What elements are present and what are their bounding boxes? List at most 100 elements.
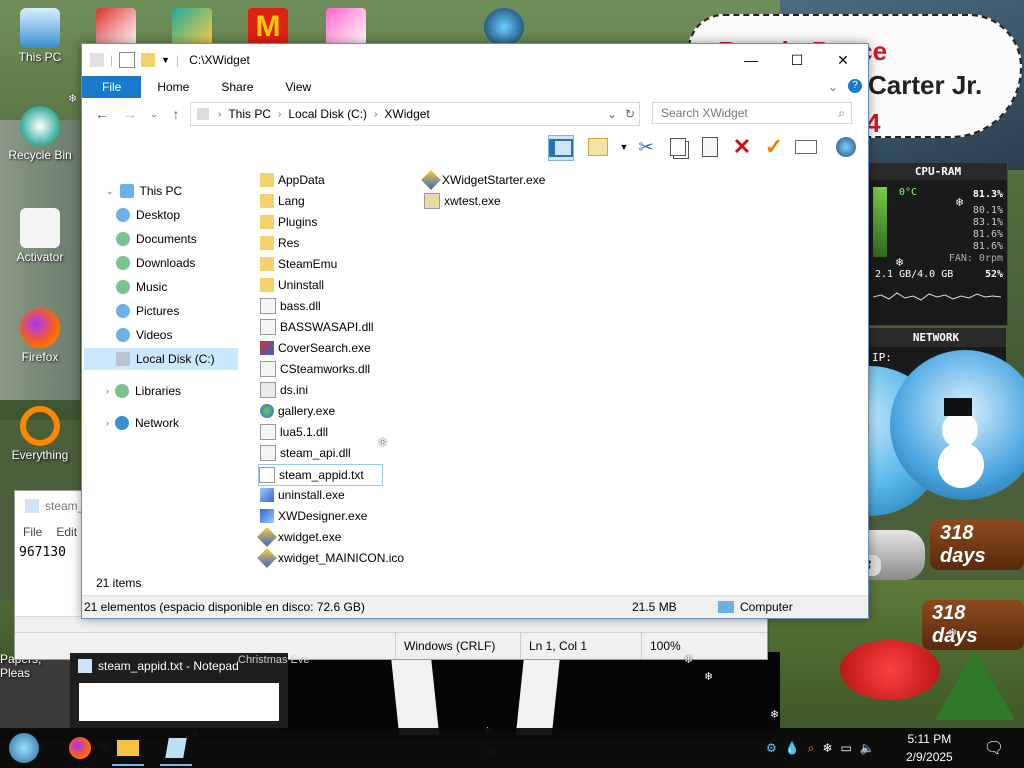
file-item[interactable]: Uninstall [260,275,324,295]
search-input[interactable]: Search XWidget [661,106,748,120]
expand-ribbon-icon[interactable]: ⌄ [828,80,838,94]
forward-arrow-icon[interactable]: → [118,102,142,126]
quick-access-dropdown-icon[interactable]: ▼ [161,55,170,65]
nav-pictures[interactable]: Pictures [116,300,179,322]
properties-icon[interactable] [119,52,136,68]
activator-desktop-icon[interactable]: Activator [2,208,78,264]
tray-app-icon[interactable]: ⚙ [766,741,777,755]
address-dropdown-icon[interactable]: ⌄ [607,107,617,121]
menu-file[interactable]: File [23,525,42,539]
new-folder-icon[interactable] [141,53,156,67]
nav-libraries[interactable]: › Libraries [106,380,181,402]
this-pc-desktop-icon[interactable]: This PC [2,8,78,64]
search-tray-icon[interactable]: ⌕ [808,741,815,756]
file-item[interactable]: bass.dll [260,296,321,316]
game-shortcut-icon[interactable] [172,8,212,46]
refresh-icon[interactable]: ↻ [625,107,635,121]
tab-share[interactable]: Share [205,76,269,98]
file-item[interactable]: CSteamworks.dll [260,359,370,379]
file-item[interactable]: BASSWASAPI.dll [260,317,374,337]
tab-file[interactable]: File [82,76,142,98]
breadcrumb-xwidget[interactable]: XWidget [380,107,433,121]
chevron-right-icon[interactable]: › [371,109,380,120]
nav-documents[interactable]: Documents [116,228,197,250]
file-item[interactable]: Plugins [260,212,317,232]
mcdonalds-icon[interactable]: M [248,8,288,46]
nav-desktop[interactable]: Desktop [116,204,180,226]
maximize-button[interactable]: ☐ [774,44,820,76]
chevron-right-icon[interactable]: › [106,418,109,428]
nav-this-pc[interactable]: ⌄ This PC [106,180,182,202]
file-item[interactable]: XWidgetStarter.exe [421,170,545,190]
chevron-down-icon[interactable]: ⌄ [106,186,114,197]
file-item[interactable]: lua5.1.dll [260,422,328,442]
recent-locations-icon[interactable]: ⌄ [142,102,166,126]
properties-toolbar-icon[interactable] [794,135,818,159]
breadcrumb-this-pc[interactable]: This PC [224,107,275,121]
menu-edit[interactable]: Edit [56,525,77,539]
copy-icon[interactable] [666,135,690,159]
folder-icon [260,278,274,292]
layout-dropdown-icon[interactable]: ▼ [612,135,636,159]
network-tray-icon[interactable]: ▭ [841,741,852,755]
firefox-desktop-icon[interactable]: Firefox [2,308,78,364]
file-item[interactable]: xwtest.exe [424,191,501,211]
game-shortcut-icon[interactable] [326,8,366,46]
file-item[interactable]: gallery.exe [260,401,335,421]
file-item-selected[interactable]: steam_appid.txt [258,464,383,486]
volume-icon[interactable]: 🔈 [860,741,875,755]
notifications-icon[interactable]: 🗨 [978,732,1010,764]
days-badge: 318 days [922,600,1024,650]
back-arrow-icon[interactable]: ← [90,102,114,126]
file-item[interactable]: xwidget_MAINICON.ico [257,548,404,568]
close-button[interactable]: ✕ [820,44,866,76]
folder-icon [260,173,274,187]
file-item[interactable]: SteamEmu [260,254,337,274]
file-item[interactable]: steam_api.dll [260,443,351,463]
title-bar[interactable]: | ▼ | C:\XWidget — ☐ ✕ [82,44,868,76]
file-explorer-taskbar-icon[interactable] [112,732,144,766]
app-shortcut-icon[interactable] [96,8,136,46]
snowflake-tray-icon[interactable]: ❄ [822,741,832,755]
firefox-taskbar-icon[interactable] [64,732,96,764]
file-item[interactable]: xwidget.exe [257,527,341,547]
tab-home[interactable]: Home [141,76,205,98]
chevron-right-icon[interactable]: › [106,386,109,396]
clock[interactable]: 5:11 PM 2/9/2025 [906,730,953,766]
file-item[interactable]: CoverSearch.exe [260,338,371,358]
file-item[interactable]: Lang [260,191,305,211]
tab-view[interactable]: View [269,76,327,98]
droplet-icon[interactable]: 💧 [785,741,800,755]
minimize-button[interactable]: — [728,44,774,76]
layout-icon[interactable] [586,135,610,159]
nav-network[interactable]: › Network [106,412,179,434]
paste-icon[interactable] [698,135,722,159]
start-button[interactable] [8,732,40,764]
globe-icon[interactable] [834,135,858,159]
nav-videos[interactable]: Videos [116,324,172,346]
address-bar[interactable]: › This PC › Local Disk (C:) › XWidget ⌄ … [190,102,640,126]
file-item[interactable]: AppData [260,170,325,190]
cut-icon[interactable]: ✂ [634,135,658,159]
file-item[interactable]: Res [260,233,299,253]
rename-check-icon[interactable]: ✓ [762,134,786,159]
recycle-bin-desktop-icon[interactable]: Recycle Bin [2,106,78,162]
file-item[interactable]: uninstall.exe [260,485,345,505]
nav-music[interactable]: Music [116,276,167,298]
file-item[interactable]: XWDesigner.exe [260,506,367,526]
file-explorer-window[interactable]: | ▼ | C:\XWidget — ☐ ✕ File Home Share V… [81,43,869,619]
nav-local-disk[interactable]: Local Disk (C:) [84,348,238,370]
delete-icon[interactable]: ✕ [730,134,754,159]
help-icon[interactable]: ? [848,79,862,93]
windows-logo-icon[interactable] [484,8,524,46]
preview-pane-icon[interactable] [548,135,574,161]
search-box[interactable]: Search XWidget ⌕ [652,102,852,124]
nav-downloads[interactable]: Downloads [116,252,195,274]
chevron-right-icon[interactable]: › [275,109,284,120]
file-item[interactable]: ds.ini [260,380,308,400]
breadcrumb-local-disk[interactable]: Local Disk (C:) [284,107,371,121]
up-arrow-icon[interactable]: ↑ [164,102,188,126]
cpu-ram-widget[interactable]: CPU-RAM 0°C 81.3% 80.1% 83.1% 81.6% 81.6… [868,162,1008,326]
notepad-taskbar-icon[interactable] [160,732,192,766]
everything-desktop-icon[interactable]: Everything [2,406,78,462]
